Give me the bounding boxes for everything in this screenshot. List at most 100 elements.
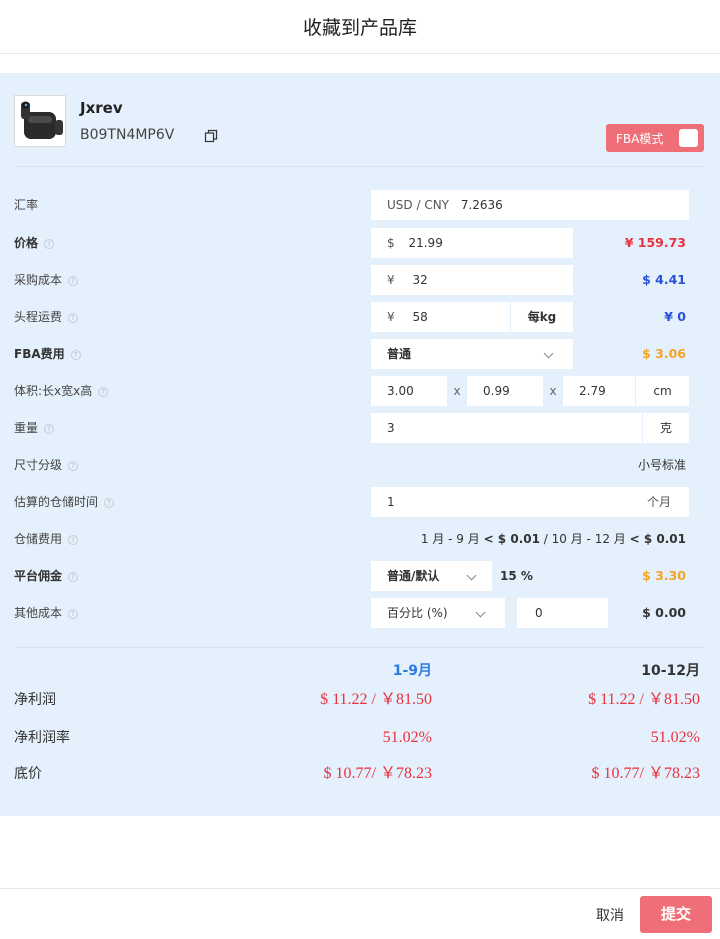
commission-percent: 15 %	[500, 569, 533, 583]
label-purchase-cost: 采购成本?	[14, 265, 79, 295]
width-input[interactable]: 0.99	[467, 376, 543, 406]
help-icon[interactable]: ?	[68, 460, 79, 471]
row-volume: 体积:长x宽x高? 3.00 x 0.99 x 2.79 cm	[0, 376, 720, 406]
dialog-title: 收藏到产品库	[302, 17, 417, 39]
other-cost-type-value: 百分比 (%)	[387, 606, 448, 620]
floor-price-jan-sep: $ 10.77/ ￥78.23	[323, 765, 432, 782]
product-card: Jxrev B09TN4MP6V FBA模式	[14, 95, 704, 167]
row-shipping: 头程运费? ¥ 58 每kg ¥ 0	[0, 302, 720, 332]
dialog-header: 收藏到产品库	[0, 0, 720, 54]
row-storage-time: 估算的仓储时间? 1 个月	[0, 487, 720, 517]
copy-icon[interactable]	[204, 129, 218, 143]
calculator-panel: Jxrev B09TN4MP6V FBA模式 汇率 USD / CNY 7.26…	[0, 73, 720, 816]
net-margin-row: 净利润率 51.02% 51.02%	[0, 724, 720, 752]
price-value: 21.99	[408, 236, 443, 250]
length-input[interactable]: 3.00	[371, 376, 447, 406]
chevron-down-icon	[543, 348, 554, 359]
help-icon[interactable]: ?	[68, 571, 79, 582]
times-sign: x	[549, 384, 557, 398]
row-other-cost: 其他成本? 百分比 (%) 0 $ 0.00	[0, 598, 720, 628]
exchange-rate-value: 7.2636	[460, 198, 503, 212]
fba-mode-toggle[interactable]: FBA模式	[606, 124, 704, 152]
help-icon[interactable]: ?	[68, 312, 79, 323]
fba-fee-select[interactable]: 普通	[371, 339, 573, 369]
label-volume: 体积:长x宽x高?	[14, 376, 109, 406]
shipping-value: 58	[412, 310, 428, 324]
label-shipping: 头程运费?	[14, 302, 79, 332]
row-weight: 重量? 3 克	[0, 413, 720, 443]
commission-result: $ 3.30	[642, 568, 686, 583]
storage-time-unit: 个月	[646, 495, 671, 509]
label-net-margin: 净利润率	[14, 730, 70, 746]
other-cost-type-select[interactable]: 百分比 (%)	[371, 598, 505, 628]
label-weight: 重量?	[14, 413, 55, 443]
cancel-button[interactable]: 取消	[596, 901, 624, 931]
toggle-knob	[679, 129, 698, 147]
product-asin: B09TN4MP6V	[80, 127, 175, 143]
help-icon[interactable]: ?	[68, 534, 79, 545]
shipping-input[interactable]: ¥ 58	[371, 302, 510, 332]
submit-button[interactable]: 提交	[640, 896, 712, 933]
row-exchange-rate: 汇率 USD / CNY 7.2636	[0, 190, 720, 220]
shipping-result: ¥ 0	[664, 309, 686, 324]
label-fba-fee: FBA费用?	[14, 339, 81, 369]
shipping-unit: 每kg	[511, 302, 573, 332]
other-cost-input[interactable]: 0	[517, 598, 608, 628]
summary-header: 1-9月 10-12月	[0, 659, 720, 683]
product-thumbnail	[14, 95, 66, 147]
yuan-prefix: ¥	[387, 273, 395, 287]
volume-unit: cm	[636, 376, 689, 406]
price-input[interactable]: $ 21.99	[371, 228, 573, 258]
commission-value: 普通/默认	[387, 569, 440, 583]
divider	[14, 647, 704, 648]
help-icon[interactable]: ?	[104, 497, 115, 508]
column-oct-dec: 10-12月	[641, 663, 700, 679]
times-sign: x	[453, 384, 461, 398]
fba-mode-label: FBA模式	[616, 131, 664, 146]
help-icon[interactable]: ?	[44, 423, 55, 434]
net-margin-jan-sep: 51.02%	[382, 729, 432, 746]
label-price: 价格?	[14, 228, 55, 258]
net-margin-oct-dec: 51.02%	[650, 729, 700, 746]
help-icon[interactable]: ?	[68, 275, 79, 286]
dialog-footer: 取消 提交	[0, 888, 720, 939]
fba-fee-result: $ 3.06	[642, 346, 686, 361]
row-purchase-cost: 采购成本? ¥ 32 $ 4.41	[0, 265, 720, 295]
help-icon[interactable]: ?	[98, 386, 109, 397]
row-storage-fee: 仓储费用? 1 月 - 9 月 < $ 0.01 / 10 月 - 12 月 <…	[0, 524, 720, 554]
chevron-down-icon	[475, 607, 486, 618]
label-size-tier: 尺寸分级?	[14, 450, 79, 480]
net-profit-row: 净利润 $ 11.22 / ￥81.50 $ 11.22 / ￥81.50	[0, 686, 720, 714]
label-commission: 平台佣金?	[14, 561, 79, 591]
row-commission: 平台佣金? 普通/默认 15 % $ 3.30	[0, 561, 720, 591]
purchase-cost-value: 32	[412, 273, 428, 287]
label-storage-fee: 仓储费用?	[14, 524, 79, 554]
earbuds-image	[21, 101, 63, 139]
label-other-cost: 其他成本?	[14, 598, 79, 628]
help-icon[interactable]: ?	[44, 238, 55, 249]
purchase-cost-result: $ 4.41	[642, 272, 686, 287]
label-net-profit: 净利润	[14, 692, 56, 708]
storage-time-input[interactable]: 1 个月	[371, 487, 689, 517]
exchange-rate-input[interactable]: USD / CNY 7.2636	[371, 190, 689, 220]
purchase-cost-input[interactable]: ¥ 32	[371, 265, 573, 295]
height-input[interactable]: 2.79	[563, 376, 635, 406]
floor-price-row: 底价 $ 10.77/ ￥78.23 $ 10.77/ ￥78.23	[0, 760, 720, 788]
weight-unit: 克	[643, 413, 689, 443]
help-icon[interactable]: ?	[70, 349, 81, 360]
yuan-prefix: ¥	[387, 310, 395, 324]
label-floor-price: 底价	[14, 766, 42, 782]
column-jan-sep: 1-9月	[392, 663, 432, 679]
help-icon[interactable]: ?	[68, 608, 79, 619]
storage-time-value: 1	[387, 495, 395, 509]
floor-price-oct-dec: $ 10.77/ ￥78.23	[591, 765, 700, 782]
row-size-tier: 尺寸分级? 小号标准	[0, 450, 720, 480]
other-cost-result: $ 0.00	[642, 605, 686, 620]
currency-pair: USD / CNY	[387, 198, 449, 212]
price-result: ¥ 159.73	[624, 235, 686, 250]
weight-input[interactable]: 3	[371, 413, 642, 443]
net-profit-oct-dec: $ 11.22 / ￥81.50	[588, 691, 700, 708]
commission-select[interactable]: 普通/默认	[371, 561, 492, 591]
storage-fee-result: 1 月 - 9 月 < $ 0.01 / 10 月 - 12 月 < $ 0.0…	[420, 532, 686, 546]
dollar-prefix: $	[387, 236, 395, 250]
